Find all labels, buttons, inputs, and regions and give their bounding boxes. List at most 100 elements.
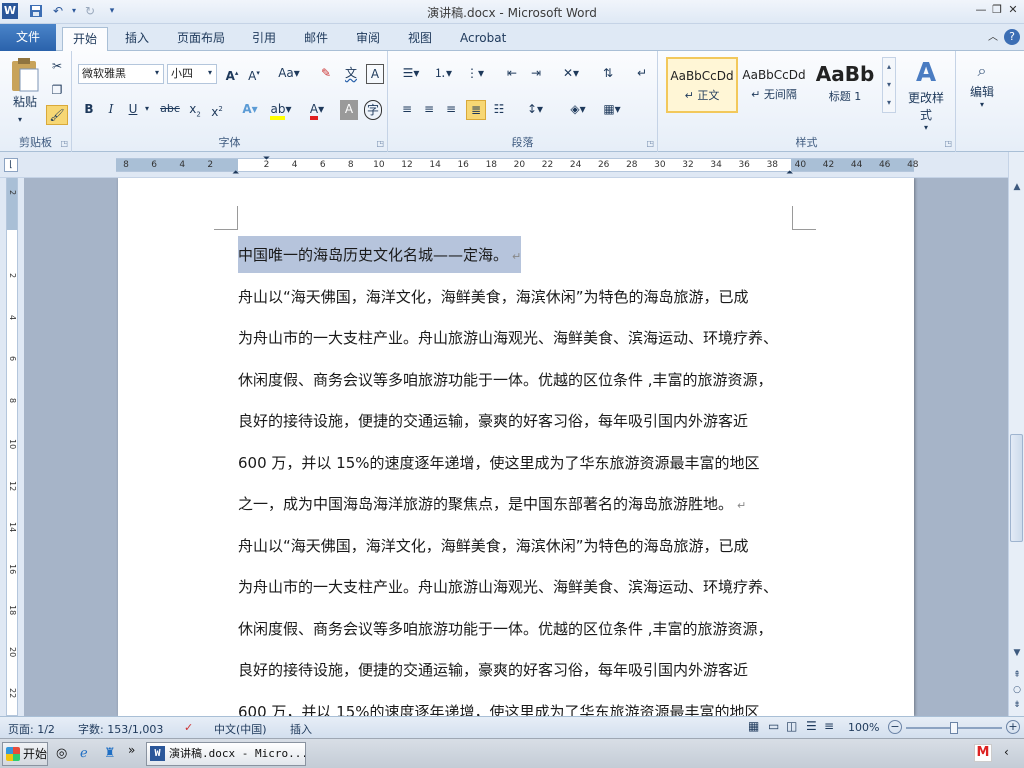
quicklaunch-ie-icon[interactable]: ◎ — [56, 746, 67, 761]
document-text-line[interactable]: 良好的接待设施，便捷的交通运输，豪爽的好客习俗，每年吸引国内外游客近 — [238, 410, 748, 431]
paste-button[interactable]: 粘贴 — [6, 93, 44, 113]
underline-dropdown-icon[interactable]: ▾ — [142, 100, 152, 120]
document-text-line[interactable]: 为舟山市的一大支柱产业。舟山旅游山海观光、海鲜美食、滨海运动、环境疗养、 — [238, 327, 778, 348]
help-icon[interactable]: ? — [1004, 29, 1020, 45]
sort-icon[interactable]: ⇅ — [598, 64, 618, 84]
view-draft-icon[interactable]: ≡ — [824, 719, 834, 733]
font-launcher-icon[interactable]: ◳ — [376, 139, 384, 148]
change-case-icon[interactable]: Aa▾ — [276, 64, 302, 84]
shading-icon[interactable]: ◈▾ — [564, 100, 592, 120]
left-indent-marker[interactable]: ⏶ — [232, 168, 242, 178]
text-effects-icon[interactable]: A▾ — [238, 100, 262, 120]
align-right-icon[interactable]: ≡ — [442, 100, 460, 120]
distributed-icon[interactable]: ☷ — [490, 100, 508, 120]
decrease-indent-icon[interactable]: ⇤ — [502, 64, 522, 84]
tab-view[interactable]: 视图 — [398, 27, 442, 51]
tab-references[interactable]: 引用 — [242, 27, 286, 51]
view-outline-icon[interactable]: ☰ — [806, 719, 817, 733]
vertical-scrollbar[interactable]: ▲ ▼ ⇞ ○ ⇟ — [1008, 152, 1024, 716]
document-text-line[interactable]: 舟山以“海天佛国，海洋文化，海鲜美食，海滨休闲”为特色的海岛旅游，已成 — [238, 286, 749, 307]
right-indent-marker[interactable]: ⏶ — [786, 168, 796, 178]
document-text-line[interactable]: 600 万，并以 15%的速度逐年递增，使这里成为了华东旅游资源最丰富的地区 — [238, 452, 760, 473]
previous-page-icon[interactable]: ⇞ — [1011, 670, 1023, 684]
quicklaunch-app-icon[interactable]: ♜ — [104, 746, 116, 761]
tab-mailings[interactable]: 邮件 — [294, 27, 338, 51]
line-spacing-icon[interactable]: ↕▾ — [522, 100, 548, 120]
align-left-icon[interactable]: ≡ — [398, 100, 416, 120]
tab-page-layout[interactable]: 页面布局 — [167, 27, 235, 51]
borders-icon[interactable]: ▦▾ — [598, 100, 626, 120]
tab-insert[interactable]: 插入 — [115, 27, 159, 51]
paste-dropdown-icon[interactable]: ▾ — [10, 111, 30, 131]
page-indicator[interactable]: 页面: 1/2 — [8, 721, 55, 737]
document-text-line[interactable]: 舟山以“海天佛国，海洋文化，海鲜美食，海滨休闲”为特色的海岛旅游，已成 — [238, 535, 749, 556]
character-border-icon[interactable]: A — [366, 64, 384, 84]
scroll-down-icon[interactable]: ▼ — [1011, 648, 1023, 662]
vertical-ruler[interactable]: 2 2 4 6 8 10 12 14 16 18 20 22 — [0, 178, 24, 716]
cut-icon[interactable]: ✂ — [48, 57, 66, 77]
subscript-button[interactable]: x2 — [186, 100, 204, 120]
document-text-line[interactable]: 良好的接待设施，便捷的交通运输，豪爽的好客习俗，每年吸引国内外游客近 — [238, 659, 748, 680]
clear-formatting-icon[interactable]: ✎ — [316, 64, 336, 84]
style-no-spacing[interactable]: AaBbCcDd ↵ 无间隔 — [738, 57, 810, 113]
grow-font-icon[interactable]: A▴ — [222, 64, 242, 84]
shrink-font-icon[interactable]: A▾ — [244, 64, 264, 84]
document-text-line[interactable]: 为舟山市的一大支柱产业。舟山旅游山海观光、海鲜美食、滨海运动、环境疗养、 — [238, 576, 778, 597]
start-button[interactable]: 开始 — [2, 742, 48, 766]
word-count[interactable]: 字数: 153/1,003 — [78, 721, 163, 737]
document-text-line[interactable]: 之一，成为中国海岛海洋旅游的聚焦点，是中国东部著名的海岛旅游胜地。 ↵ — [238, 493, 746, 514]
first-line-indent-marker[interactable]: ⏷ — [263, 155, 273, 164]
style-normal[interactable]: AaBbCcDd ↵ 正文 — [666, 57, 738, 113]
view-full-screen-icon[interactable]: ▭ — [768, 719, 779, 733]
tab-home[interactable]: 开始 — [62, 27, 109, 52]
select-browse-object-icon[interactable]: ○ — [1011, 685, 1023, 699]
view-web-layout-icon[interactable]: ◫ — [786, 719, 797, 733]
document-page[interactable]: 中国唯一的海岛历史文化名城——定海。 ↵ 舟山以“海天佛国，海洋文化，海鲜美食，海滨… — [118, 178, 914, 716]
phonetic-guide-icon[interactable]: 文 — [340, 64, 362, 84]
superscript-button[interactable]: x2 — [208, 100, 226, 120]
tab-review[interactable]: 审阅 — [346, 27, 390, 51]
align-center-icon[interactable]: ≡ — [420, 100, 438, 120]
scroll-thumb[interactable] — [1010, 434, 1023, 542]
underline-button[interactable]: U — [124, 100, 142, 120]
tray-mail-icon[interactable]: M — [974, 744, 992, 762]
zoom-in-button[interactable]: + — [1006, 720, 1020, 734]
quicklaunch-more-icon[interactable]: » — [128, 743, 135, 757]
language-indicator[interactable]: 中文(中国) — [214, 721, 267, 737]
font-name-field[interactable]: 微软雅黑 — [78, 64, 164, 84]
format-painter-icon[interactable]: 🖌 — [46, 105, 68, 125]
zoom-slider-thumb[interactable] — [950, 722, 958, 734]
editing-button[interactable]: ⌕ 编辑 ▾ — [964, 59, 1000, 119]
tab-acrobat[interactable]: Acrobat — [450, 27, 516, 51]
tab-selector-icon[interactable]: ⌊ — [4, 158, 18, 172]
zoom-out-button[interactable]: − — [888, 720, 902, 734]
zoom-level[interactable]: 100% — [848, 721, 879, 734]
highlight-color-icon[interactable]: ab▾ — [268, 100, 294, 120]
proofing-icon[interactable]: ✓ — [184, 721, 193, 734]
tab-file[interactable]: 文件 — [0, 24, 56, 51]
bold-button[interactable]: B — [80, 100, 98, 120]
view-print-layout-icon[interactable]: ▦ — [748, 719, 759, 733]
font-size-dropdown-icon[interactable]: ▾ — [208, 68, 212, 77]
strikethrough-button[interactable]: abc — [158, 100, 182, 120]
document-text-line[interactable]: 休闲度假、商务会议等多咱旅游功能于一体。优越的区位条件 ,丰富的旅游资源， — [238, 618, 773, 639]
font-name-dropdown-icon[interactable]: ▾ — [155, 68, 159, 77]
show-marks-icon[interactable]: ↵ — [632, 64, 652, 84]
document-heading-line[interactable]: 中国唯一的海岛历史文化名城——定海。 ↵ — [238, 236, 522, 273]
bullets-icon[interactable]: ☰▾ — [398, 64, 424, 84]
scroll-up-icon[interactable]: ▲ — [1011, 182, 1023, 196]
taskbar-word-task[interactable]: W 演讲稿.docx - Micro... — [146, 742, 306, 766]
clipboard-launcher-icon[interactable]: ◳ — [60, 139, 68, 148]
document-text-line[interactable]: 600 万，并以 15%的速度逐年递增，使这里成为了华东旅游资源最丰富的地区 — [238, 701, 760, 717]
tray-expand-icon[interactable]: ‹ — [1004, 745, 1009, 759]
chinese-layout-icon[interactable]: ✕▾ — [558, 64, 584, 84]
close-button[interactable]: ✕ — [1004, 2, 1022, 18]
increase-indent-icon[interactable]: ⇥ — [526, 64, 546, 84]
insert-mode[interactable]: 插入 — [290, 721, 312, 737]
next-page-icon[interactable]: ⇟ — [1011, 700, 1023, 714]
document-text-line[interactable]: 休闲度假、商务会议等多咱旅游功能于一体。优越的区位条件 ,丰富的旅游资源， — [238, 369, 773, 390]
styles-launcher-icon[interactable]: ◳ — [944, 139, 952, 148]
horizontal-ruler[interactable]: ⌊ 8 6 4 2 2 4 6 8 10 12 14 16 18 20 22 24 26 28 30 32 34 36 38… — [0, 152, 1024, 178]
document-area[interactable]: 中国唯一的海岛历史文化名城——定海。 ↵ 舟山以“海天佛国，海洋文化，海鲜美食，海滨… — [24, 178, 1008, 716]
character-shading-icon[interactable]: A — [340, 100, 358, 120]
